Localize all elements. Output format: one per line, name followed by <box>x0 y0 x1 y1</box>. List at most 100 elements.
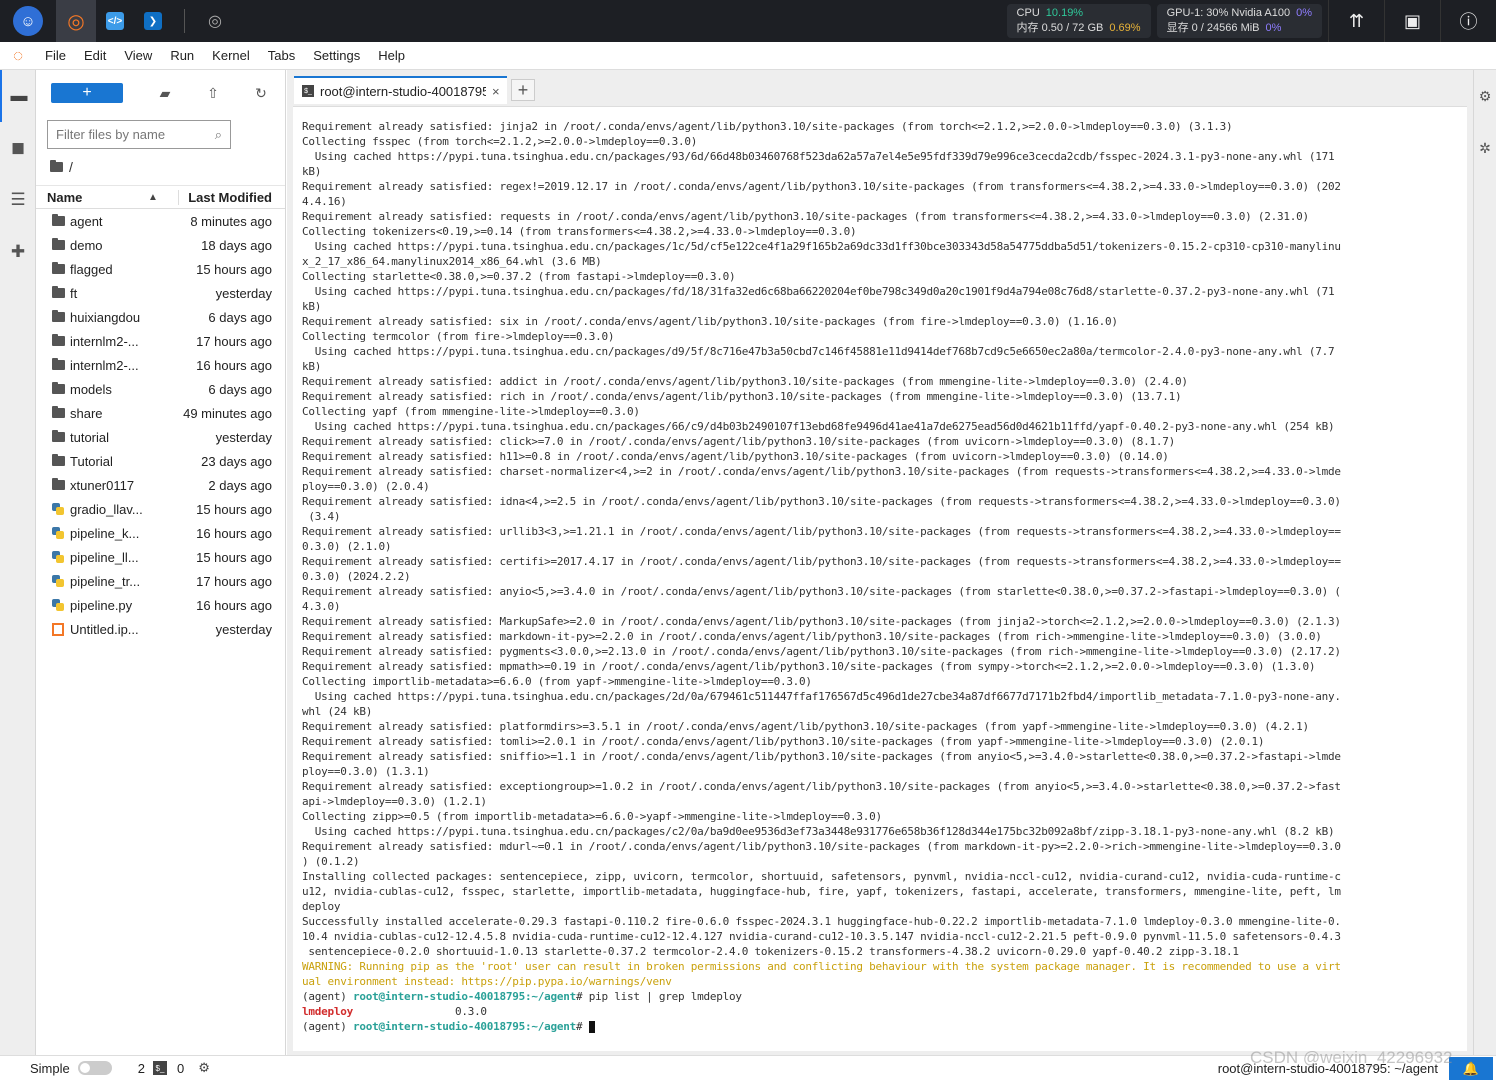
add-tab-button[interactable]: + <box>511 79 535 101</box>
cpu-mem-stat: CPU 10.19% 内存 0.50 / 72 GB 0.69% <box>1006 4 1151 38</box>
file-row[interactable]: pipeline.py 16 hours ago <box>36 593 285 617</box>
new-folder-icon[interactable]: ▰ <box>141 85 189 102</box>
file-name: pipeline_ll... <box>70 549 139 565</box>
menu-settings[interactable]: Settings <box>304 48 369 63</box>
file-modified: yesterday <box>215 429 272 445</box>
file-row[interactable]: Untitled.ip... yesterday <box>36 617 285 641</box>
kernel-status-icon[interactable]: ⚙ <box>198 1060 210 1076</box>
terminal-line: u12, nvidia-cublas-cu12, fsspec, starlet… <box>302 885 1341 898</box>
file-browser-icon[interactable]: ▬ <box>0 70 36 122</box>
monitor-icon[interactable]: ▣ <box>1384 0 1440 42</box>
menu-view[interactable]: View <box>115 48 161 63</box>
file-browser: + ▰ ⇧ ↻ Filter files by name ⌕ / Name ▲ … <box>36 70 286 1055</box>
menu-help[interactable]: Help <box>369 48 414 63</box>
column-name[interactable]: Name <box>36 190 148 205</box>
file-row[interactable]: pipeline_ll... 15 hours ago <box>36 545 285 569</box>
vscode-icon[interactable]: ❯ <box>134 0 172 42</box>
file-row[interactable]: tutorial yesterday <box>36 425 285 449</box>
simple-mode-toggle[interactable] <box>77 1061 112 1075</box>
debugger-icon[interactable]: ✲ <box>1474 122 1496 174</box>
notification-bell-icon[interactable]: 🔔 <box>1449 1057 1493 1080</box>
terminal-line: kB) <box>302 360 322 373</box>
menu-run[interactable]: Run <box>161 48 203 63</box>
info-icon[interactable]: ⓘ <box>1440 0 1496 42</box>
file-row[interactable]: demo 18 days ago <box>36 233 285 257</box>
file-modified: yesterday <box>215 285 272 301</box>
file-row[interactable]: pipeline_k... 16 hours ago <box>36 521 285 545</box>
tab-terminal[interactable]: $_ root@intern-studio-40018795: ~/agent … <box>294 76 507 104</box>
file-row[interactable]: models 6 days ago <box>36 377 285 401</box>
filter-files-input[interactable]: Filter files by name ⌕ <box>47 120 231 149</box>
terminal-line: Using cached https://pypi.tuna.tsinghua.… <box>302 345 1335 358</box>
terminal-result-line: lmdeploy 0.3.0 <box>302 1004 1467 1019</box>
terminal-line: Requirement already satisfied: addict in… <box>302 375 1188 388</box>
file-row[interactable]: internlm2-... 16 hours ago <box>36 353 285 377</box>
file-row[interactable]: flagged 15 hours ago <box>36 257 285 281</box>
folder-icon <box>46 454 70 466</box>
terminal-line: Installing collected packages: sentencep… <box>302 870 1341 883</box>
column-last-modified[interactable]: Last Modified <box>178 189 285 205</box>
close-icon[interactable]: × <box>492 84 500 99</box>
new-launcher-button[interactable]: + <box>51 83 123 103</box>
prompt-path: :~/agent <box>525 1020 577 1033</box>
file-row[interactable]: huixiangdou 6 days ago <box>36 305 285 329</box>
menu-edit[interactable]: Edit <box>75 48 115 63</box>
file-modified: 15 hours ago <box>196 501 272 517</box>
file-list: agent 8 minutes ago demo 18 days ago flagged… <box>36 209 285 641</box>
upload-arrow-icon[interactable]: ⇈ <box>1328 0 1384 42</box>
file-name: demo <box>70 237 103 253</box>
sort-ascending-icon[interactable]: ▲ <box>148 192 178 203</box>
table-of-contents-icon[interactable]: ☰ <box>0 174 36 226</box>
file-row[interactable]: xtuner0117 2 days ago <box>36 473 285 497</box>
refresh-icon[interactable]: ↻ <box>237 85 285 102</box>
terminal-count[interactable]: 0 <box>177 1061 184 1076</box>
file-row[interactable]: ft yesterday <box>36 281 285 305</box>
file-row[interactable]: agent 8 minutes ago <box>36 209 285 233</box>
file-row[interactable]: internlm2-... 17 hours ago <box>36 329 285 353</box>
file-modified: 49 minutes ago <box>183 405 272 421</box>
extensions-icon[interactable]: ✚ <box>0 226 36 278</box>
terminal-line: sentencepiece-0.2.0 shortuuid-1.0.13 sta… <box>302 945 1239 958</box>
terminal-line: Using cached https://pypi.tuna.tsinghua.… <box>302 420 1335 433</box>
property-inspector-icon[interactable]: ⚙ <box>1474 70 1496 122</box>
terminal-line: ual environment instead: https://pip.pyp… <box>302 975 672 988</box>
terminal-line: deploy <box>302 900 341 913</box>
terminal-line: Collecting fsspec (from torch<=2.1.2,>=2… <box>302 135 698 148</box>
terminal-lines: Requirement already satisfied: jinja2 in… <box>302 119 1467 1034</box>
jupyter-icon[interactable]: ◎ <box>56 0 96 42</box>
folder-icon[interactable] <box>50 160 63 172</box>
mem-label: 内存 0.50 / 72 GB <box>1016 22 1104 34</box>
file-row[interactable]: share 49 minutes ago <box>36 401 285 425</box>
upload-icon[interactable]: ⇧ <box>189 85 237 102</box>
code-editor-icon[interactable]: </> <box>96 0 134 42</box>
file-row[interactable]: Tutorial 23 days ago <box>36 449 285 473</box>
file-name: Untitled.ip... <box>70 621 139 637</box>
terminal-prompt-line: (agent) root@intern-studio-40018795:~/ag… <box>302 989 1467 1004</box>
menu-tabs[interactable]: Tabs <box>259 48 304 63</box>
running-kernels-icon[interactable]: ◼ <box>0 122 36 174</box>
folder-icon <box>46 334 70 346</box>
file-row[interactable]: pipeline_tr... 17 hours ago <box>36 569 285 593</box>
app-logo-icon[interactable]: ☺ <box>0 0 56 42</box>
cpu-label: CPU <box>1016 7 1040 19</box>
breadcrumb-root[interactable]: / <box>69 159 73 175</box>
terminal-line: Collecting termcolor (from fire->lmdeplo… <box>302 330 615 343</box>
menu-kernel[interactable]: Kernel <box>203 48 259 63</box>
menu-file[interactable]: File <box>36 48 75 63</box>
prompt-host: root@intern-studio-40018795 <box>352 990 526 1003</box>
terminal-output[interactable]: Requirement already satisfied: jinja2 in… <box>293 106 1467 1051</box>
folder-icon <box>46 358 70 370</box>
divider <box>184 9 185 33</box>
file-modified: 17 hours ago <box>196 333 272 349</box>
compass-icon[interactable]: ◎ <box>197 0 233 42</box>
file-row[interactable]: gradio_llav... 15 hours ago <box>36 497 285 521</box>
right-sidebar: ⚙ ✲ <box>1473 70 1496 1055</box>
file-name: pipeline.py <box>70 597 133 613</box>
result-package: lmdeploy <box>302 1005 353 1018</box>
terminal-line: Using cached https://pypi.tuna.tsinghua.… <box>302 690 1341 703</box>
folder-icon <box>46 262 70 274</box>
file-name: xtuner0117 <box>70 477 135 493</box>
file-name: internlm2-... <box>70 357 139 373</box>
file-modified: 16 hours ago <box>196 525 272 541</box>
kernel-count[interactable]: 2 <box>138 1061 145 1076</box>
